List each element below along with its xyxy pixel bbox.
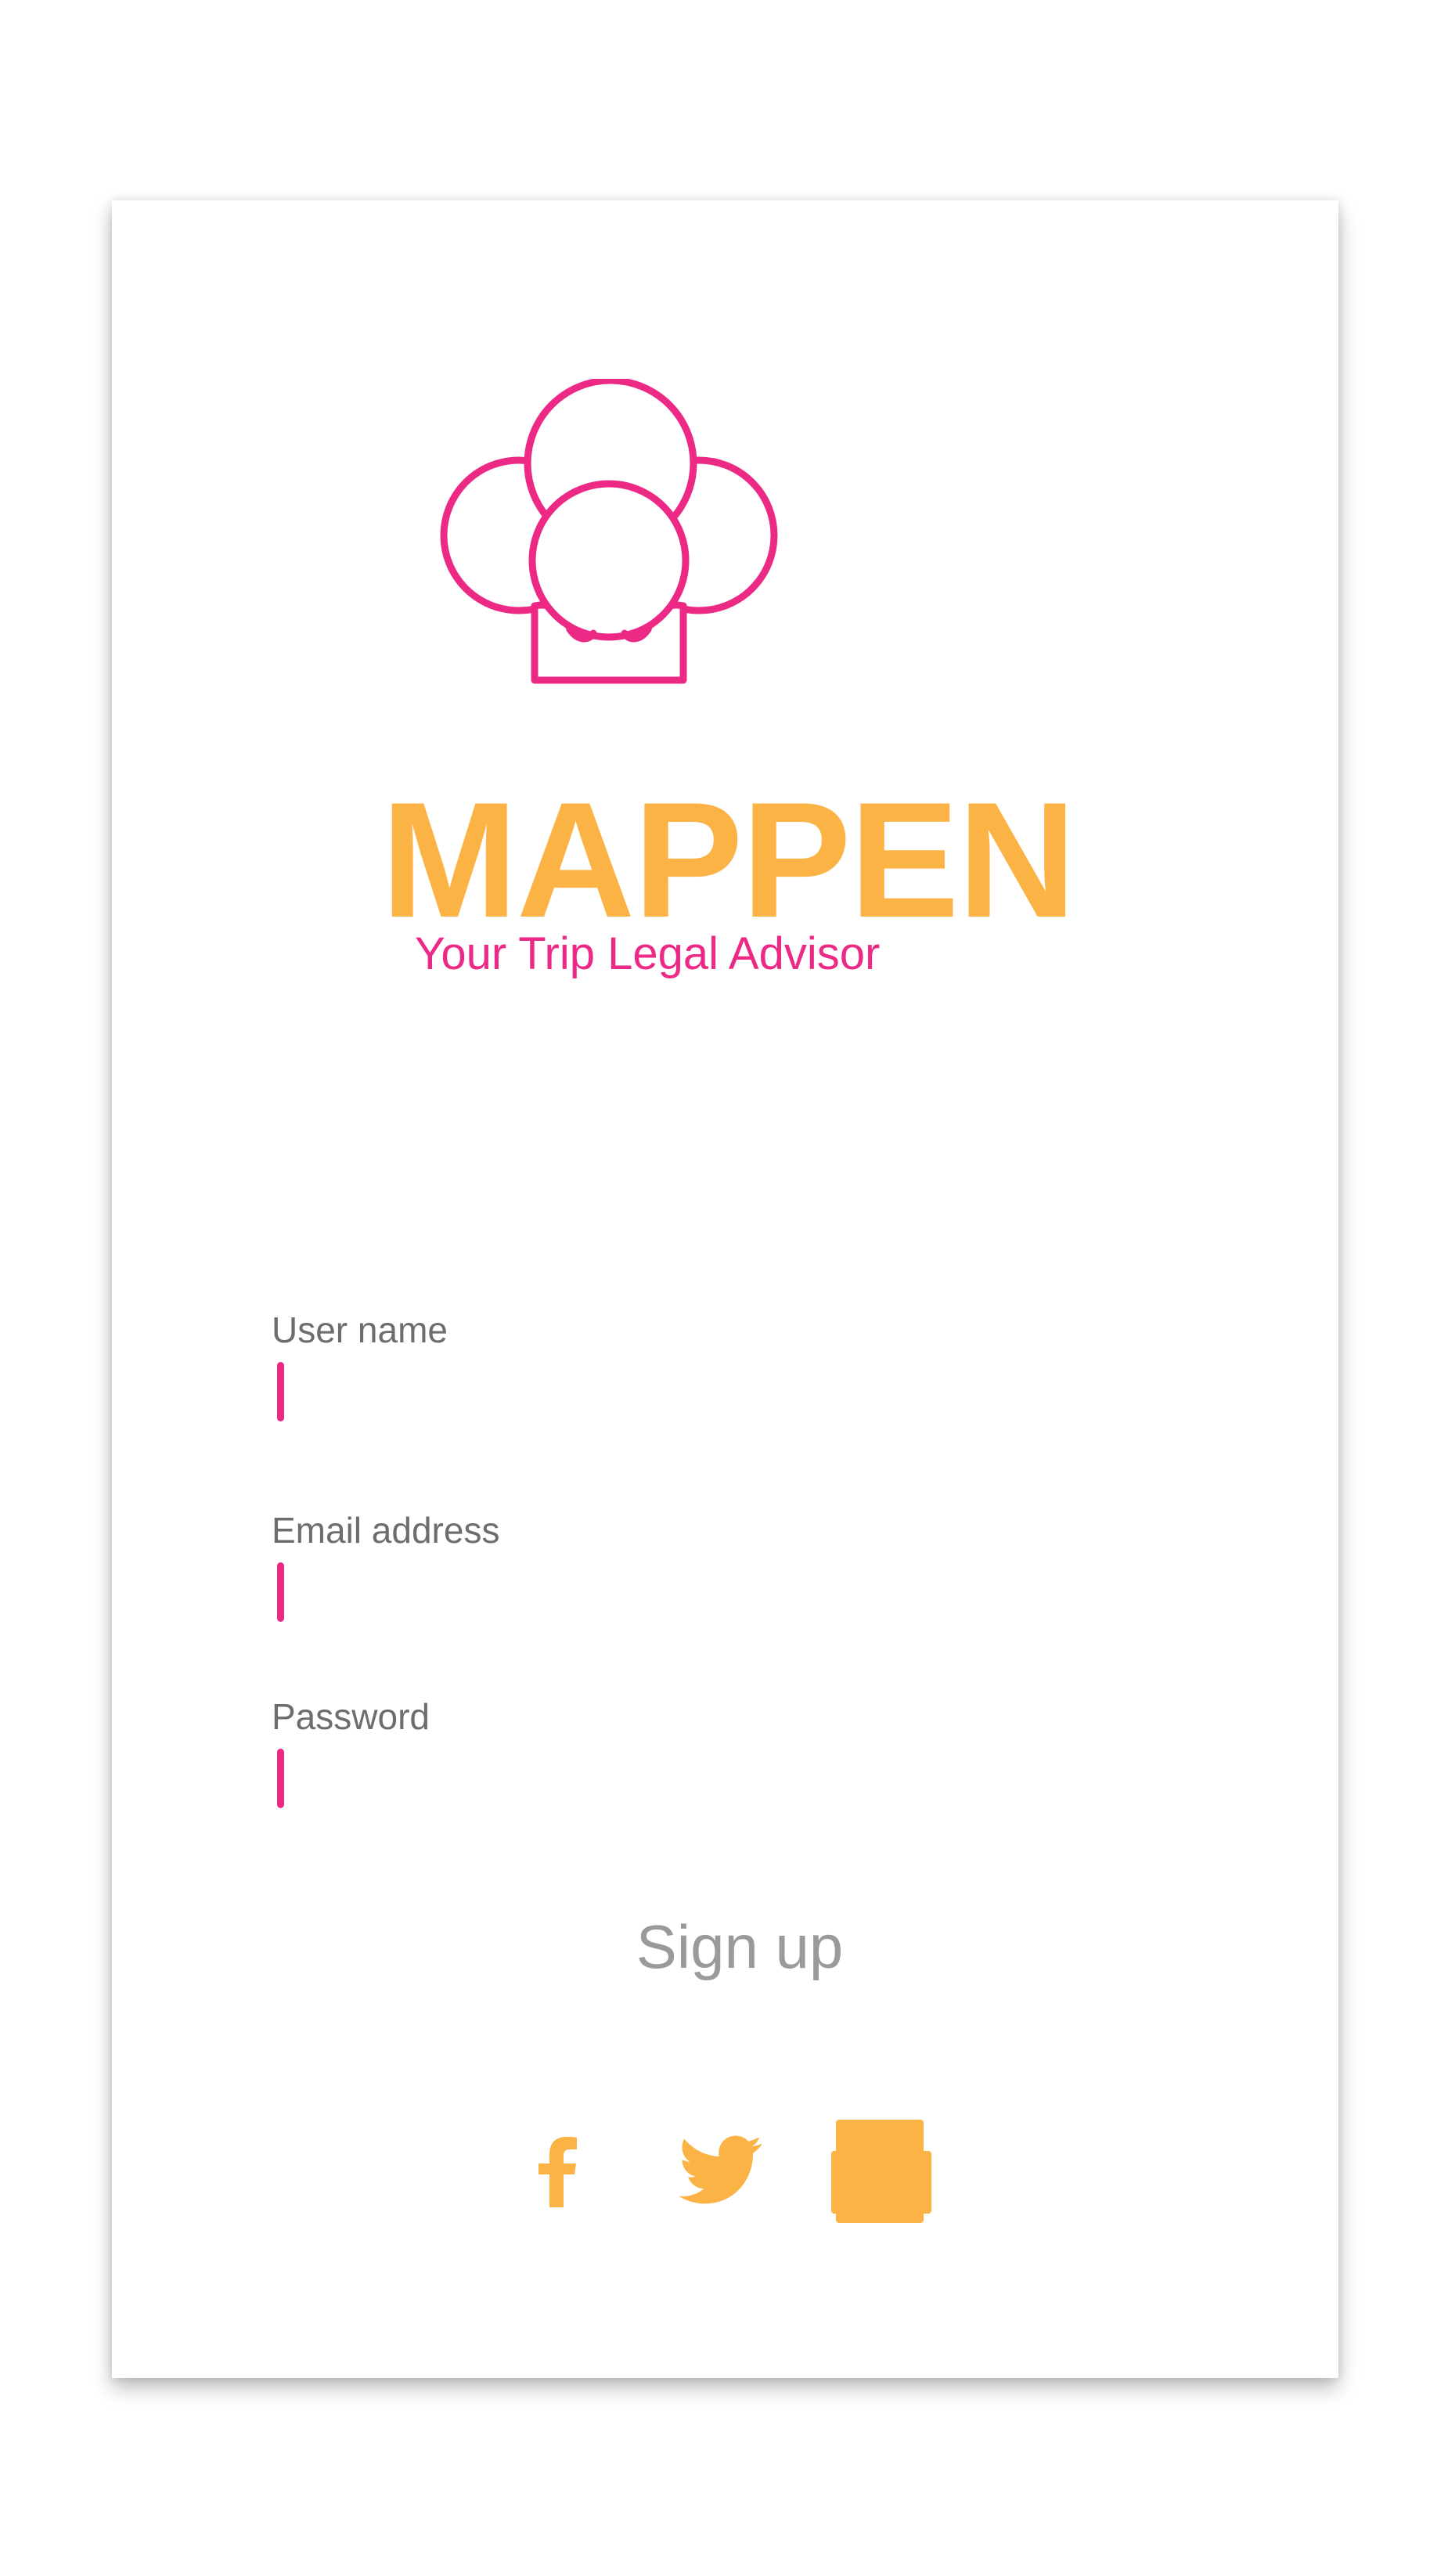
brand-title: MAPPEN bbox=[380, 768, 1076, 952]
screen: MAPPEN Your Trip Legal Advisor User name… bbox=[0, 0, 1448, 2576]
chef-hat-balloon-icon bbox=[437, 379, 781, 692]
email-input[interactable] bbox=[272, 1562, 945, 1630]
username-input[interactable] bbox=[272, 1362, 945, 1429]
email-field: Email address bbox=[272, 1512, 976, 1630]
password-input[interactable] bbox=[272, 1749, 945, 1816]
text-cursor bbox=[277, 1749, 284, 1808]
password-field: Password bbox=[272, 1699, 976, 1816]
brand-tagline: Your Trip Legal Advisor bbox=[415, 928, 881, 979]
username-field: User name bbox=[272, 1312, 976, 1429]
twitter-icon[interactable] bbox=[678, 2135, 764, 2206]
facebook-icon[interactable] bbox=[537, 2135, 578, 2207]
email-label: Email address bbox=[272, 1510, 500, 1551]
square-icon[interactable] bbox=[831, 2120, 931, 2223]
sign-up-button[interactable]: Sign up bbox=[0, 1916, 1448, 1977]
username-label: User name bbox=[272, 1310, 448, 1350]
text-cursor bbox=[277, 1562, 284, 1622]
password-label: Password bbox=[272, 1696, 430, 1737]
text-cursor bbox=[277, 1362, 284, 1421]
